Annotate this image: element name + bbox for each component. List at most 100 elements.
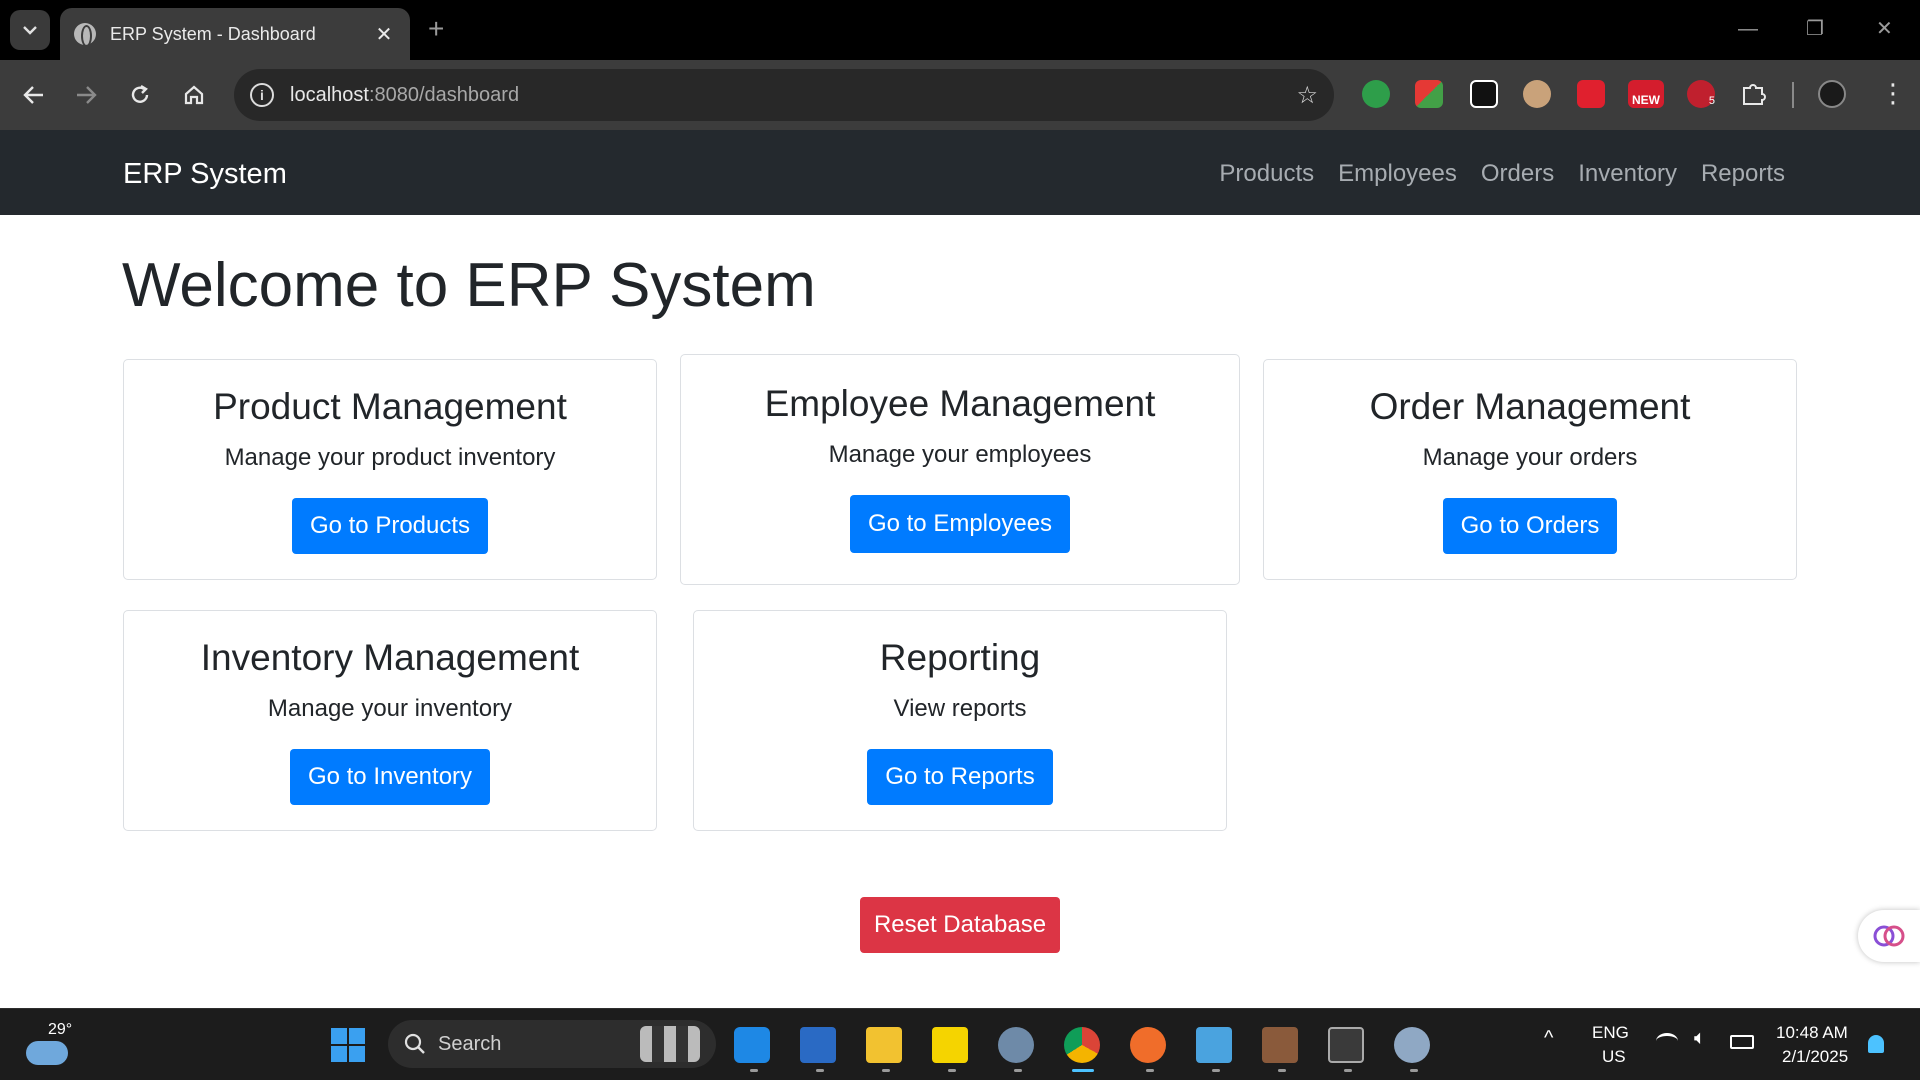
go-to-inventory-button[interactable]: Go to Inventory — [289, 749, 491, 805]
forward-button[interactable] — [68, 77, 104, 113]
back-button[interactable] — [16, 77, 52, 113]
control-panel-icon[interactable] — [1196, 1027, 1232, 1063]
running-indicator — [1410, 1069, 1418, 1072]
extension-android-icon[interactable] — [1362, 80, 1390, 108]
arrow-left-icon — [23, 86, 43, 104]
settings-gear-icon[interactable] — [998, 1027, 1034, 1063]
running-indicator — [1278, 1069, 1286, 1072]
page-title: Welcome to ERP System — [122, 251, 816, 320]
language-bottom[interactable]: US — [1602, 1047, 1626, 1067]
clock-date[interactable]: 2/1/2025 — [1782, 1047, 1848, 1067]
sticky-notes-icon[interactable] — [932, 1027, 968, 1063]
running-indicator — [882, 1069, 890, 1072]
site-info-icon[interactable]: i — [250, 83, 274, 107]
windows-start-icon[interactable] — [330, 1027, 366, 1063]
notification-bell-icon[interactable] — [1868, 1035, 1884, 1053]
zebra-highlight-icon — [640, 1026, 700, 1062]
vscode-icon[interactable] — [734, 1027, 770, 1063]
chevron-down-icon — [23, 26, 37, 35]
extension-lock-icon[interactable] — [1470, 80, 1498, 108]
bookmark-star-icon[interactable]: ☆ — [1296, 81, 1318, 110]
globe-icon — [74, 23, 96, 47]
weather-cloud-icon[interactable] — [26, 1041, 68, 1065]
running-indicator — [948, 1069, 956, 1072]
floating-assistant-button[interactable] — [1858, 910, 1920, 962]
go-to-employees-button[interactable]: Go to Employees — [849, 495, 1071, 553]
extension-face-icon[interactable] — [1523, 80, 1551, 108]
card-description: View reports — [893, 695, 1027, 722]
extension-new-badge[interactable]: NEW — [1628, 80, 1664, 108]
home-button[interactable] — [176, 77, 212, 113]
extension-translate-icon[interactable] — [1415, 80, 1443, 108]
card-title: Order Management — [1369, 386, 1691, 427]
battery-icon[interactable] — [1730, 1035, 1754, 1049]
url-path: :8080/dashboard — [368, 83, 520, 106]
toolbar-divider — [1792, 82, 1794, 108]
new-tab-button[interactable]: + — [428, 14, 444, 44]
weather-temperature[interactable]: 29° — [48, 1021, 72, 1039]
minimize-icon[interactable]: — — [1738, 14, 1758, 44]
card-description: Manage your orders — [1422, 444, 1638, 471]
taskbar-search[interactable]: Search — [388, 1020, 716, 1068]
tab-close-icon[interactable]: ✕ — [372, 22, 396, 47]
language-top[interactable]: ENG — [1592, 1023, 1629, 1043]
reset-database-button[interactable]: Reset Database — [860, 897, 1060, 953]
tab-title: ERP System - Dashboard — [110, 23, 316, 44]
card-product-management: Product Management Manage your product i… — [123, 359, 657, 580]
terminal-icon[interactable] — [1328, 1027, 1364, 1063]
extensions-puzzle-icon[interactable] — [1740, 80, 1768, 108]
go-to-reports-button[interactable]: Go to Reports — [867, 749, 1053, 805]
os-taskbar: 29° Search ^ ENG US 🔈︎ 10:48 AM 2/1/2025 — [0, 1008, 1920, 1080]
extension-count-badge[interactable]: 5 — [1687, 80, 1715, 108]
url-text[interactable]: localhost:8080/dashboard — [290, 84, 1296, 107]
puzzle-icon — [1743, 84, 1766, 105]
reload-icon — [131, 84, 149, 103]
app-navbar: ERP System Products Employees Orders Inv… — [0, 130, 1920, 215]
nav-link-inventory[interactable]: Inventory — [1578, 160, 1677, 188]
browser-tab-strip: ERP System - Dashboard ✕ + — ❐ ✕ — [0, 0, 1920, 60]
browser-tab-active[interactable]: ERP System - Dashboard ✕ — [60, 8, 410, 60]
chrome-icon[interactable] — [1064, 1027, 1100, 1063]
card-title: Inventory Management — [200, 637, 580, 678]
reload-button[interactable] — [122, 77, 158, 113]
navbar-links: Products Employees Orders Inventory Repo… — [1219, 160, 1785, 188]
active-indicator — [1072, 1069, 1094, 1072]
restore-icon[interactable]: ❐ — [1806, 14, 1824, 44]
nav-link-orders[interactable]: Orders — [1481, 160, 1554, 188]
card-description: Manage your product inventory — [224, 444, 556, 471]
chevron-up-icon[interactable]: ^ — [1544, 1027, 1553, 1050]
wifi-icon[interactable] — [1656, 1033, 1678, 1049]
postman-icon[interactable] — [1130, 1027, 1166, 1063]
card-description: Manage your employees — [828, 441, 1092, 468]
profile-avatar[interactable] — [1818, 80, 1846, 108]
browser-menu-icon[interactable]: ⋮ — [1880, 78, 1906, 108]
card-order-management: Order Management Manage your orders Go t… — [1263, 359, 1797, 580]
card-reporting: Reporting View reports Go to Reports — [693, 610, 1227, 831]
volume-icon[interactable]: 🔈︎ — [1694, 1027, 1706, 1050]
arrow-right-icon — [77, 86, 97, 104]
address-bar[interactable]: i localhost:8080/dashboard ☆ — [234, 69, 1334, 121]
url-host: localhost — [290, 83, 369, 106]
powershell-icon[interactable] — [800, 1027, 836, 1063]
clock-time[interactable]: 10:48 AM — [1776, 1023, 1848, 1043]
navbar-brand[interactable]: ERP System — [123, 158, 287, 191]
running-indicator — [750, 1069, 758, 1072]
nav-link-reports[interactable]: Reports — [1701, 160, 1785, 188]
minecraft-icon[interactable] — [1262, 1027, 1298, 1063]
card-inventory-management: Inventory Management Manage your invento… — [123, 610, 657, 831]
go-to-products-button[interactable]: Go to Products — [291, 498, 489, 554]
extension-youtube-icon[interactable] — [1577, 80, 1605, 108]
nav-link-employees[interactable]: Employees — [1338, 160, 1457, 188]
tab-search-button[interactable] — [10, 10, 50, 50]
go-to-orders-button[interactable]: Go to Orders — [1442, 498, 1618, 554]
card-description: Manage your inventory — [267, 695, 513, 722]
running-indicator — [1146, 1069, 1154, 1072]
file-explorer-icon[interactable] — [866, 1027, 902, 1063]
brain-icon — [1873, 925, 1905, 947]
settings-cog-icon[interactable] — [1394, 1027, 1430, 1063]
running-indicator — [1014, 1069, 1022, 1072]
card-title: Employee Management — [764, 383, 1156, 424]
nav-link-products[interactable]: Products — [1219, 160, 1314, 188]
close-window-icon[interactable]: ✕ — [1876, 14, 1893, 44]
card-employee-management: Employee Management Manage your employee… — [680, 354, 1240, 585]
